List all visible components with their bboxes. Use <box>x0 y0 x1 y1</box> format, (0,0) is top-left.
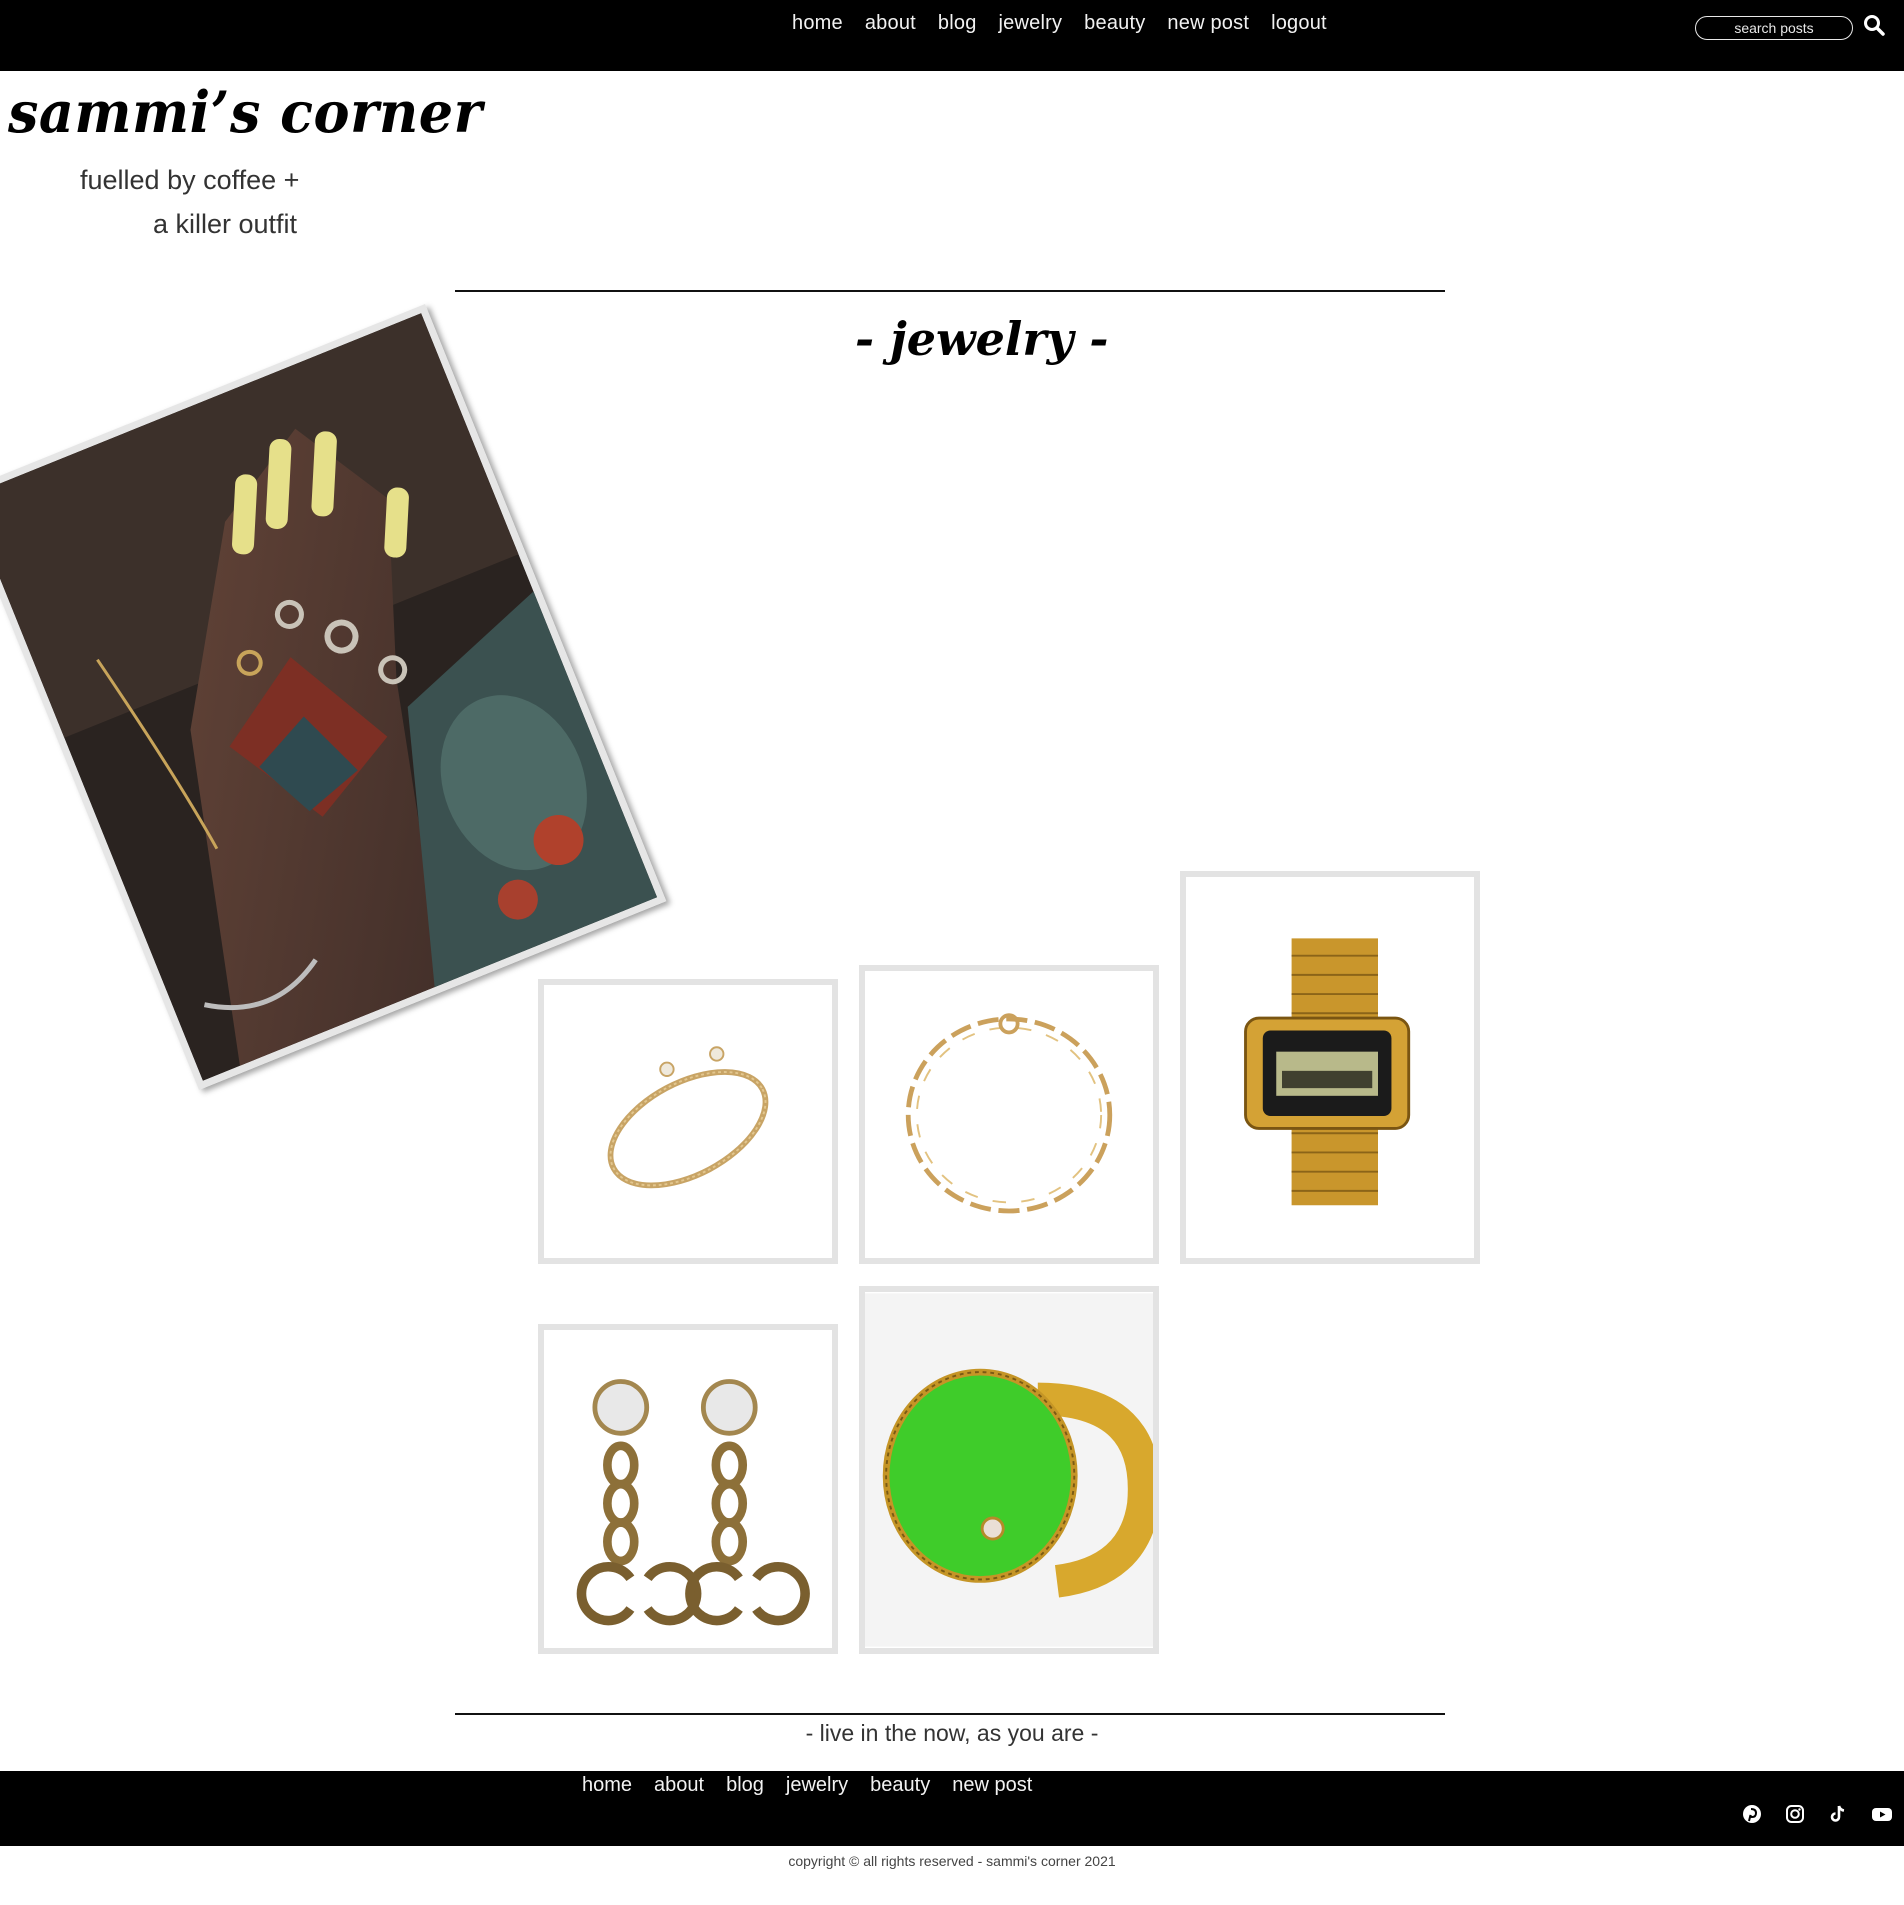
nav-jewelry[interactable]: jewelry <box>999 12 1063 35</box>
top-divider <box>455 290 1445 292</box>
search-icon[interactable] <box>1862 13 1886 37</box>
footer-nav-blog[interactable]: blog <box>726 1774 764 1797</box>
copyright-text: copyright © all rights reserved - sammi'… <box>788 1853 1116 1869</box>
nav-logout[interactable]: logout <box>1271 12 1327 35</box>
product-tile-ring[interactable] <box>859 1286 1159 1654</box>
main-nav: home about blog jewelry beauty new post … <box>792 12 1327 35</box>
tagline-line-1: fuelled by coffee + <box>80 165 300 195</box>
nav-blog[interactable]: blog <box>938 12 977 35</box>
page-heading: - jewelry - <box>855 312 1109 366</box>
nav-new-post[interactable]: new post <box>1167 12 1249 35</box>
chain-bracelet-image <box>865 971 1153 1258</box>
site-title[interactable]: sammi’s corner <box>8 78 483 145</box>
bottom-divider <box>455 1713 1445 1715</box>
nav-home[interactable]: home <box>792 12 843 35</box>
footer-nav-jewelry[interactable]: jewelry <box>786 1774 848 1797</box>
footer-nav-new-post[interactable]: new post <box>952 1774 1032 1797</box>
search-input[interactable] <box>1695 16 1853 40</box>
product-tile-chain-bracelet[interactable] <box>859 965 1159 1264</box>
footer-nav-home[interactable]: home <box>582 1774 632 1797</box>
product-tile-earrings[interactable] <box>538 1324 838 1654</box>
tagline-line-2: a killer outfit <box>153 209 298 239</box>
product-tile-cuff[interactable] <box>538 979 838 1264</box>
footer-nav: home about blog jewelry beauty new post <box>582 1774 1032 1797</box>
hero-photo <box>0 304 667 1090</box>
ring-image <box>865 1293 1153 1647</box>
footer-nav-beauty[interactable]: beauty <box>870 1774 930 1797</box>
youtube-icon[interactable] <box>1871 1803 1893 1825</box>
footer-quote: - live in the now, as you are - <box>805 1720 1099 1746</box>
watch-image <box>1186 878 1474 1257</box>
nav-beauty[interactable]: beauty <box>1084 12 1145 35</box>
tiktok-icon[interactable] <box>1827 1803 1849 1825</box>
product-tile-watch[interactable] <box>1180 871 1480 1264</box>
cuff-bracelet-image <box>544 985 832 1258</box>
nav-about[interactable]: about <box>865 12 916 35</box>
top-navbar <box>0 0 1904 71</box>
instagram-icon[interactable] <box>1784 1803 1806 1825</box>
pinterest-icon[interactable] <box>1741 1803 1763 1825</box>
earrings-image <box>544 1330 832 1648</box>
footer-nav-about[interactable]: about <box>654 1774 704 1797</box>
